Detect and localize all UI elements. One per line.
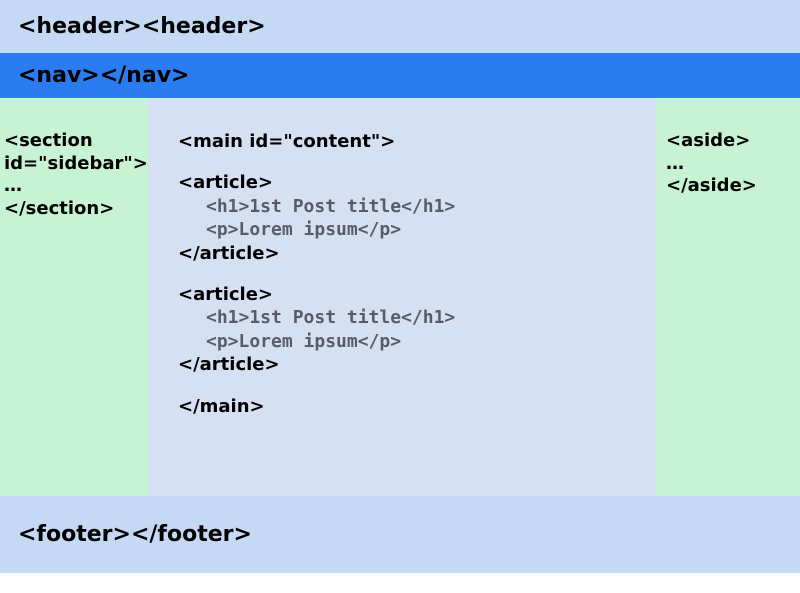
aside-ellipsis: …	[666, 153, 794, 176]
sidebar-region: <section id="sidebar"> … </section>	[0, 98, 148, 496]
nav-tag-text: <nav></nav>	[18, 63, 189, 88]
header-tag-text: <header><header>	[18, 14, 266, 39]
article-block: <article> <h1>1st Post title</h1> <p>Lor…	[178, 283, 646, 377]
sidebar-close-tag: </section>	[4, 198, 144, 221]
aside-open-tag: <aside>	[666, 130, 794, 153]
article-h1-line: <h1>1st Post title</h1>	[178, 306, 646, 329]
sidebar-open-tag: <section id="sidebar">	[4, 130, 144, 175]
main-region: <main id="content"> <article> <h1>1st Po…	[148, 98, 656, 496]
article-p-line: <p>Lorem ipsum</p>	[178, 330, 646, 353]
aside-close-tag: </aside>	[666, 175, 794, 198]
article-close-tag: </article>	[178, 242, 646, 265]
article-open-tag: <article>	[178, 283, 646, 306]
middle-row: <section id="sidebar"> … </section> <mai…	[0, 98, 800, 496]
article-p-line: <p>Lorem ipsum</p>	[178, 218, 646, 241]
article-open-tag: <article>	[178, 171, 646, 194]
sidebar-ellipsis: …	[4, 175, 144, 198]
main-close-tag: </main>	[178, 395, 646, 418]
footer-region: <footer></footer>	[0, 496, 800, 573]
aside-region: <aside> … </aside>	[656, 98, 800, 496]
article-block: <article> <h1>1st Post title</h1> <p>Lor…	[178, 171, 646, 265]
article-h1-line: <h1>1st Post title</h1>	[178, 195, 646, 218]
nav-region: <nav></nav>	[0, 53, 800, 98]
article-close-tag: </article>	[178, 353, 646, 376]
main-open-tag: <main id="content">	[178, 130, 646, 153]
footer-tag-text: <footer></footer>	[18, 522, 252, 547]
header-region: <header><header>	[0, 0, 800, 53]
